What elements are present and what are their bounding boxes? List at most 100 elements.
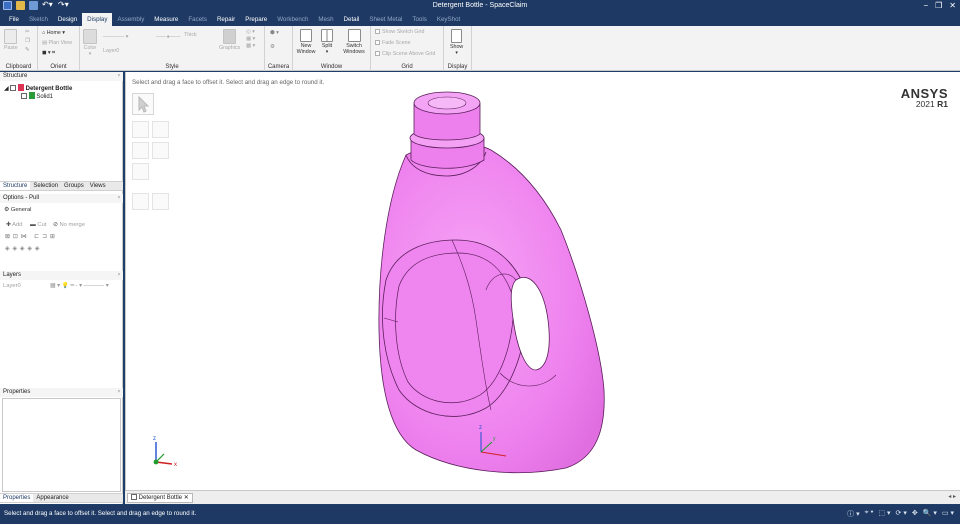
tab-groups[interactable]: Groups [61, 182, 87, 190]
tab-mesh[interactable]: Mesh [313, 13, 338, 26]
split-button[interactable]: Split ▾ [321, 29, 333, 55]
add-option[interactable]: ✚ Add [6, 221, 22, 229]
new-window-button[interactable]: New Window [296, 29, 316, 55]
camera-icon[interactable]: ⬢ ▾ [270, 30, 279, 37]
tab-selection[interactable]: Selection [30, 182, 61, 190]
cut-option[interactable]: ▬ Cut [30, 221, 46, 229]
tab-file[interactable]: File [4, 13, 24, 26]
select-tool-icon[interactable] [132, 93, 154, 115]
graphics-button[interactable]: Graphics [219, 29, 240, 51]
tab-repair[interactable]: Repair [212, 13, 240, 26]
copy-icon[interactable]: ❐ [25, 38, 30, 45]
full-pull-tool-icon[interactable] [152, 193, 169, 210]
tab-display[interactable]: Display [82, 13, 113, 26]
tab-prepare[interactable]: Prepare [240, 13, 272, 26]
general-label: General [10, 207, 32, 213]
pan-icon[interactable]: ✥ [912, 509, 918, 519]
layer-controls[interactable]: ▦ ▾ 💡 ━ ‑ ▾ ───── ▾ [50, 282, 109, 290]
layer-dropdown[interactable]: Layer0 [103, 48, 119, 55]
axis-tool-icon[interactable] [152, 121, 169, 138]
revolve-tool-icon[interactable] [132, 142, 149, 159]
pin-icon[interactable]: ᵖ [118, 388, 120, 397]
checkbox-icon[interactable] [10, 85, 17, 91]
no-merge-option[interactable]: ⊘ No merge [53, 221, 85, 229]
select-box-icon[interactable]: ⬚ ▾ [878, 509, 890, 519]
status-toolbar: ⓘ ▾ ⌖ ▾ ⬚ ▾ ⟳ ▾ ✥ 🔍 ▾ ▭ ▾ [847, 509, 954, 519]
status-bar: Select and drag a face to offset it. Sel… [0, 505, 960, 524]
tab-workbench[interactable]: Workbench [272, 13, 313, 26]
view-icon[interactable]: ▭ ▾ [942, 509, 954, 519]
line-style-dropdown[interactable]: ———— ▾ [103, 34, 128, 41]
tab-appearance[interactable]: Appearance [33, 494, 71, 502]
properties-grid[interactable] [2, 398, 121, 492]
split-icon [321, 29, 333, 42]
layer0-row[interactable]: Layer0 [3, 282, 21, 290]
left-panel: Structure ᵖ ◢ Detergent Bottle Solid1 Str… [0, 72, 123, 504]
tab-sketch[interactable]: Sketch [24, 13, 53, 26]
model-axis-z: z [479, 425, 482, 431]
graphics-label: Graphics [219, 45, 241, 51]
document-tab-close-icon[interactable]: ✕ [184, 495, 189, 501]
clip-scene-checkbox[interactable]: Clip Scene Above Grid [375, 51, 435, 58]
pin-icon[interactable]: ᵖ [118, 271, 120, 280]
close-button[interactable]: ✕ [949, 1, 956, 10]
up-to-tool-icon[interactable] [132, 193, 149, 210]
line-weight-dropdown[interactable]: ——●—— [156, 34, 180, 41]
tab-detail[interactable]: Detail [339, 13, 365, 26]
plan-view-button[interactable]: ▤ Plan View [42, 40, 72, 47]
layers-title: Layers [3, 272, 22, 278]
tab-measure[interactable]: Measure [149, 13, 183, 26]
tree-item-label: Solid1 [36, 94, 54, 100]
pin-icon[interactable]: ᵖ [118, 194, 120, 203]
tab-facets[interactable]: Facets [183, 13, 212, 26]
restore-button[interactable]: ❒ [935, 1, 942, 10]
paste-button[interactable]: Paste [4, 29, 18, 51]
tab-views[interactable]: Views [87, 182, 109, 190]
color-button[interactable]: Color ▾ [83, 29, 97, 57]
selection-filter-icon[interactable]: ⌖ ▾ [865, 509, 874, 519]
grid-group: Show Sketch Grid Fade Scene Clip Scene A… [371, 26, 444, 71]
tab-scroll-arrows[interactable]: ◂ ▸ [948, 493, 956, 500]
new-window-icon [300, 29, 312, 42]
pin-icon[interactable]: ᵖ [118, 72, 120, 81]
draft-tool-icon[interactable] [132, 163, 149, 180]
minimize-button[interactable]: − [923, 1, 928, 10]
view-cube-button[interactable]: ◼ ▾ ⌗ [42, 50, 55, 57]
switch-windows-button[interactable]: Switch Windows [341, 29, 367, 55]
sweep-tool-icon[interactable] [152, 142, 169, 159]
tab-tools[interactable]: Tools [407, 13, 431, 26]
axis-triad: z x [153, 436, 177, 468]
layers-panel-header: Layers ᵖ [0, 271, 123, 280]
document-tab[interactable]: Detergent Bottle ✕ [127, 493, 193, 503]
tab-keyshot[interactable]: KeyShot [432, 13, 465, 26]
tab-properties[interactable]: Properties [0, 494, 34, 502]
spin-icon[interactable]: ⟳ ▾ [896, 509, 907, 519]
tab-structure[interactable]: Structure [0, 182, 31, 190]
pull-options-row-1[interactable]: ⊠⊡⋈ ⊏⊐⊞ [5, 233, 58, 241]
tab-design[interactable]: Design [53, 13, 82, 26]
format-painter-icon[interactable]: ✎ [25, 47, 29, 54]
pull-options-row-2[interactable]: ◈◈◈◈◈ [5, 245, 42, 253]
detergent-bottle-model[interactable]: z y [366, 90, 626, 480]
direction-tool-icon[interactable] [132, 121, 149, 138]
show-sketch-grid-checkbox[interactable]: Show Sketch Grid [375, 29, 424, 36]
fade-scene-label: Fade Scene [382, 40, 411, 46]
general-section[interactable]: ⚙ General [4, 206, 31, 214]
tab-assembly[interactable]: Assembly [112, 13, 149, 26]
design-viewport[interactable]: Select and drag a face to offset it. Sel… [125, 72, 960, 490]
display-style-icons[interactable]: ◎ ▾ ▦ ▾ ▩ ▾ [246, 29, 255, 50]
info-icon[interactable]: ⓘ ▾ [847, 509, 859, 519]
camera-settings-icon[interactable]: ⚙ [270, 44, 275, 51]
checkbox-icon[interactable] [21, 93, 27, 99]
add-label: Add [12, 222, 23, 228]
cut-icon[interactable]: ✂ [25, 29, 29, 36]
zoom-icon[interactable]: 🔍 ▾ [923, 509, 937, 519]
options-title: Options - Pull [3, 195, 40, 201]
fade-scene-checkbox[interactable]: Fade Scene [375, 40, 411, 47]
tab-sheet-metal[interactable]: Sheet Metal [364, 13, 407, 26]
structure-tabs: Structure Selection Groups Views [0, 181, 123, 191]
home-button[interactable]: ⌂ Home ▾ [42, 30, 65, 37]
tree-item-solid1[interactable]: Solid1 [21, 92, 53, 101]
show-button[interactable]: Show ▾ [450, 29, 463, 56]
thick-button[interactable]: Thick [184, 32, 197, 39]
